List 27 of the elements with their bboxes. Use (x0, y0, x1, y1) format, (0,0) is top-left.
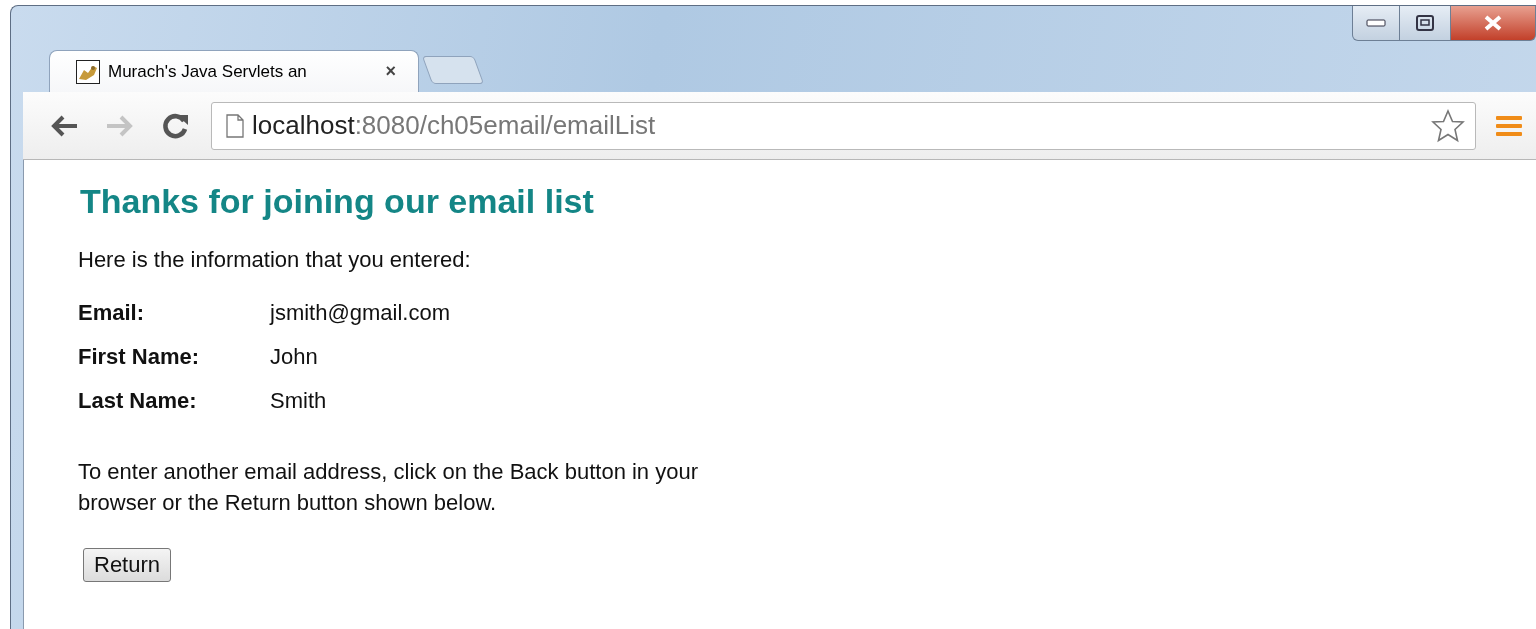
field-value: jsmith@gmail.com (270, 299, 451, 326)
reload-icon[interactable] (162, 111, 190, 140)
url-host: localhost (252, 110, 355, 141)
browser-tab[interactable]: Murach's Java Servlets an × (49, 50, 419, 92)
maximize-button[interactable] (1400, 6, 1451, 41)
url-path: :8080/ch05email/emailList (354, 110, 657, 141)
page-icon (226, 113, 244, 138)
back-icon[interactable] (49, 113, 79, 138)
maximize-icon (1416, 15, 1434, 31)
intro-text: Here is the information that you entered: (78, 247, 471, 273)
field-value: John (270, 343, 318, 370)
field-value: Smith (270, 387, 327, 414)
tab-title: Murach's Java Servlets an (108, 61, 308, 82)
return-button[interactable]: Return (83, 548, 172, 582)
field-label: First Name: (78, 343, 200, 370)
minimize-icon (1366, 19, 1386, 27)
address-bar[interactable]: localhost:8080/ch05email/emailList (211, 101, 1476, 150)
star-icon[interactable] (1431, 108, 1465, 143)
close-window-button[interactable] (1451, 6, 1536, 41)
instruction-text: To enter another email address, click on the Back button in your browser or the Return button shown below. (78, 458, 699, 517)
field-label: Last Name: (78, 387, 197, 414)
page-heading: Thanks for joining our email list (80, 182, 594, 221)
close-tab-button[interactable]: × (385, 61, 396, 82)
menu-icon[interactable] (1496, 113, 1522, 138)
field-label: Email: (78, 299, 145, 326)
close-icon (1483, 15, 1503, 31)
minimize-button[interactable] (1352, 6, 1400, 41)
